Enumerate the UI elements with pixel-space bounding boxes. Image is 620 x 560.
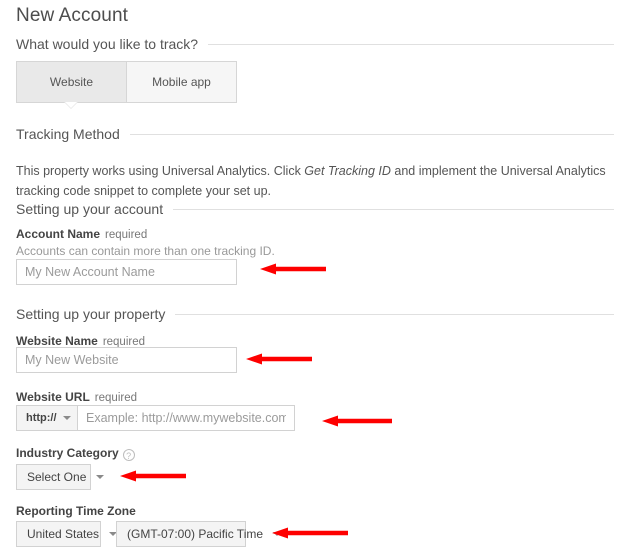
website-url-label-text: Website URL xyxy=(16,390,90,404)
website-name-label-text: Website Name xyxy=(16,334,98,348)
account-name-required-tag: required xyxy=(105,229,148,241)
section-divider xyxy=(129,133,614,135)
chevron-down-icon xyxy=(96,475,105,479)
section-divider xyxy=(208,43,614,45)
url-protocol-select[interactable]: http:// xyxy=(16,405,78,431)
reporting-time-zone-label-text: Reporting Time Zone xyxy=(16,504,136,518)
chevron-down-icon xyxy=(63,416,71,420)
industry-category-label-text: Industry Category xyxy=(16,446,119,460)
section-divider xyxy=(173,208,614,210)
account-name-label: Account Name required xyxy=(16,227,147,242)
section-header-property-label: Setting up your property xyxy=(16,306,166,322)
reporting-time-zone-label: Reporting Time Zone xyxy=(16,504,136,518)
time-zone-select[interactable]: (GMT-07:00) Pacific Time xyxy=(116,521,282,547)
arrow-industry-category xyxy=(120,469,186,483)
section-header-tracking-method: Tracking Method xyxy=(16,126,614,142)
tab-website[interactable]: Website xyxy=(17,62,127,102)
arrow-website-url xyxy=(322,414,392,428)
account-name-label-text: Account Name xyxy=(16,227,101,241)
website-url-row: http:// xyxy=(16,405,295,431)
section-header-tracking-method-label: Tracking Method xyxy=(16,126,120,142)
section-header-account-label: Setting up your account xyxy=(16,201,164,217)
section-header-track-label: What would you like to track? xyxy=(16,36,199,52)
arrow-time-zone xyxy=(272,526,348,540)
tracking-method-description: This property works using Universal Anal… xyxy=(16,161,612,201)
section-header-account: Setting up your account xyxy=(16,201,614,217)
tracking-desc-emphasis: Get Tracking ID xyxy=(304,163,391,178)
track-type-tabs: Website Mobile app xyxy=(16,61,237,103)
tab-selected-caret-inner-icon xyxy=(65,102,77,108)
account-name-input[interactable] xyxy=(16,259,237,285)
website-url-input[interactable] xyxy=(78,405,295,431)
website-url-label: Website URL required xyxy=(16,390,137,405)
section-divider xyxy=(175,313,614,315)
tab-mobile-app[interactable]: Mobile app xyxy=(127,62,236,102)
tracking-desc-part1: This property works using Universal Anal… xyxy=(16,163,305,178)
website-name-input[interactable] xyxy=(16,347,237,373)
arrow-account-name xyxy=(260,262,326,276)
industry-category-label: Industry Category? xyxy=(16,446,135,461)
tab-mobile-app-label: Mobile app xyxy=(152,75,211,89)
section-header-property: Setting up your property xyxy=(16,306,614,322)
arrow-website-name xyxy=(246,352,312,366)
page-title: New Account xyxy=(16,5,128,26)
help-question-icon[interactable]: ? xyxy=(122,449,135,461)
section-header-track: What would you like to track? xyxy=(16,36,614,52)
website-url-required-tag: required xyxy=(94,392,137,404)
url-protocol-label: http:// xyxy=(26,412,57,424)
time-zone-country-value: United States xyxy=(27,527,100,541)
account-name-hint: Accounts can contain more than one track… xyxy=(16,244,275,258)
industry-category-select[interactable]: Select One xyxy=(16,464,105,490)
new-account-page: New Account What would you like to track… xyxy=(0,0,620,560)
tab-website-label: Website xyxy=(49,75,94,89)
time-zone-value: (GMT-07:00) Pacific Time xyxy=(127,527,264,541)
time-zone-country-select[interactable]: United States xyxy=(16,521,118,547)
industry-category-value: Select One xyxy=(27,470,87,484)
